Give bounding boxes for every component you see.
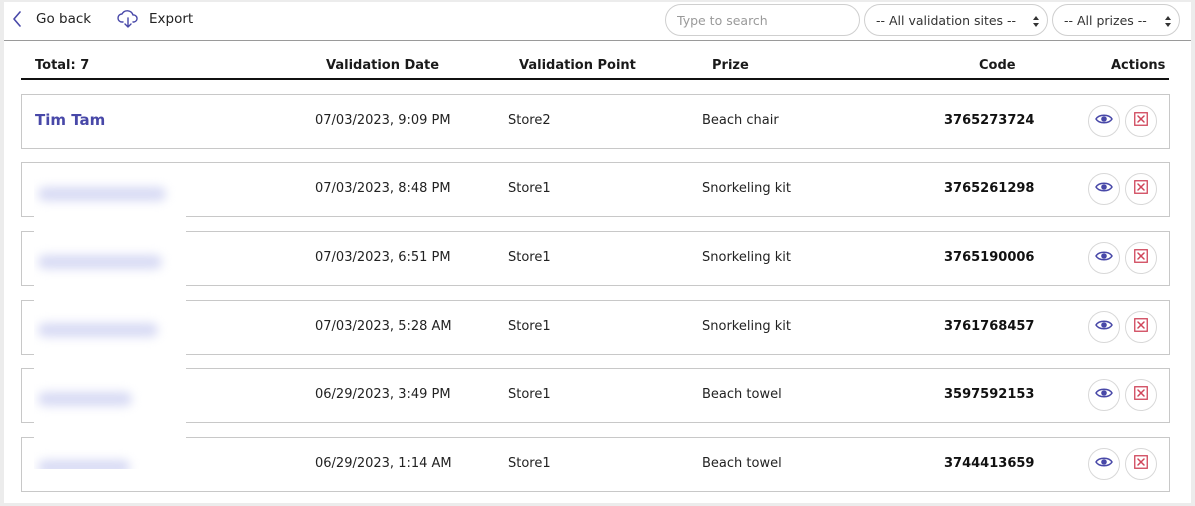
- prize: Beach towel: [702, 387, 782, 402]
- eye-icon: [1095, 113, 1113, 129]
- table-row: 07/03/2023, 8:48 PM Store1 Snorkeling kit 3…: [21, 162, 1170, 217]
- column-header-date: Validation Date: [326, 58, 440, 73]
- column-header-actions: Actions: [1111, 58, 1166, 73]
- code: 3765190006: [944, 250, 1035, 265]
- close-square-icon: [1134, 386, 1148, 404]
- table-row: 06/29/2023, 1:14 AM Store1 Beach towel 3744…: [21, 437, 1170, 492]
- table-row: 07/03/2023, 5:28 AM Store1 Snorkeling kit 3…: [21, 300, 1170, 355]
- prizes-select[interactable]: -- All prizes --: [1052, 4, 1180, 36]
- validation-point: Store2: [508, 113, 551, 128]
- close-square-icon: [1134, 249, 1148, 267]
- prize: Snorkeling kit: [702, 319, 791, 334]
- delete-button[interactable]: [1125, 173, 1157, 205]
- delete-button[interactable]: [1125, 379, 1157, 411]
- cloud-download-icon: [117, 10, 139, 28]
- validation-point: Store1: [508, 387, 551, 402]
- validation-sites-select[interactable]: -- All validation sites --: [864, 4, 1048, 36]
- validation-point: Store1: [508, 456, 551, 471]
- table-header: Total: 7 Validation Date Validation Poin…: [21, 54, 1169, 80]
- prize: Beach towel: [702, 456, 782, 471]
- column-header-prize: Prize: [712, 58, 749, 73]
- eye-icon: [1095, 319, 1113, 335]
- go-back-label: Go back: [36, 11, 92, 27]
- table-row: Tim Tam 07/03/2023, 9:09 PM Store2 Beach ch…: [21, 94, 1170, 149]
- eye-icon: [1095, 456, 1113, 472]
- sort-arrows-icon: [1165, 15, 1171, 30]
- eye-icon: [1095, 181, 1113, 197]
- validation-date: 06/29/2023, 1:14 AM: [315, 456, 452, 471]
- code: 3765273724: [944, 113, 1035, 128]
- export-label: Export: [149, 11, 194, 27]
- view-button[interactable]: [1088, 105, 1120, 137]
- export-button[interactable]: Export: [117, 7, 193, 31]
- close-square-icon: [1134, 180, 1148, 198]
- close-square-icon: [1134, 455, 1148, 473]
- view-button[interactable]: [1088, 173, 1120, 205]
- delete-button[interactable]: [1125, 448, 1157, 480]
- prizes-select-value: -- All prizes --: [1064, 12, 1147, 28]
- column-header-point: Validation Point: [519, 58, 636, 73]
- validation-sites-select-value: -- All validation sites --: [876, 12, 1017, 28]
- delete-button[interactable]: [1125, 105, 1157, 137]
- view-button[interactable]: [1088, 242, 1120, 274]
- eye-icon: [1095, 250, 1113, 266]
- search-input[interactable]: [665, 4, 860, 36]
- validations-panel: Go back Export -- All validation sites -…: [4, 2, 1191, 503]
- toolbar: Go back Export -- All validation sites -…: [4, 2, 1191, 41]
- validation-date: 07/03/2023, 6:51 PM: [315, 250, 451, 265]
- validation-date: 07/03/2023, 9:09 PM: [315, 113, 451, 128]
- column-header-code: Code: [979, 58, 1016, 73]
- chevron-left-icon: [12, 11, 22, 27]
- view-button[interactable]: [1088, 448, 1120, 480]
- close-square-icon: [1134, 318, 1148, 336]
- validation-date: 07/03/2023, 5:28 AM: [315, 319, 452, 334]
- validation-point: Store1: [508, 181, 551, 196]
- prize: Beach chair: [702, 113, 779, 128]
- table-row: 06/29/2023, 3:49 PM Store1 Beach towel 3597…: [21, 368, 1170, 423]
- code: 3765261298: [944, 181, 1035, 196]
- code: 3761768457: [944, 319, 1035, 334]
- prize: Snorkeling kit: [702, 250, 791, 265]
- table-row: 07/03/2023, 6:51 PM Store1 Snorkeling kit 3…: [21, 231, 1170, 286]
- go-back-button[interactable]: Go back: [12, 7, 91, 31]
- total-count: Total: 7: [35, 58, 90, 73]
- validation-date: 07/03/2023, 8:48 PM: [315, 181, 451, 196]
- view-button[interactable]: [1088, 311, 1120, 343]
- code: 3597592153: [944, 387, 1035, 402]
- view-button[interactable]: [1088, 379, 1120, 411]
- validation-point: Store1: [508, 250, 551, 265]
- redacted-names: [34, 177, 186, 469]
- delete-button[interactable]: [1125, 242, 1157, 274]
- customer-name[interactable]: Tim Tam: [35, 111, 105, 129]
- validation-date: 06/29/2023, 3:49 PM: [315, 387, 451, 402]
- eye-icon: [1095, 387, 1113, 403]
- sort-arrows-icon: [1033, 15, 1039, 30]
- code: 3744413659: [944, 456, 1035, 471]
- delete-button[interactable]: [1125, 311, 1157, 343]
- close-square-icon: [1134, 112, 1148, 130]
- prize: Snorkeling kit: [702, 181, 791, 196]
- validation-point: Store1: [508, 319, 551, 334]
